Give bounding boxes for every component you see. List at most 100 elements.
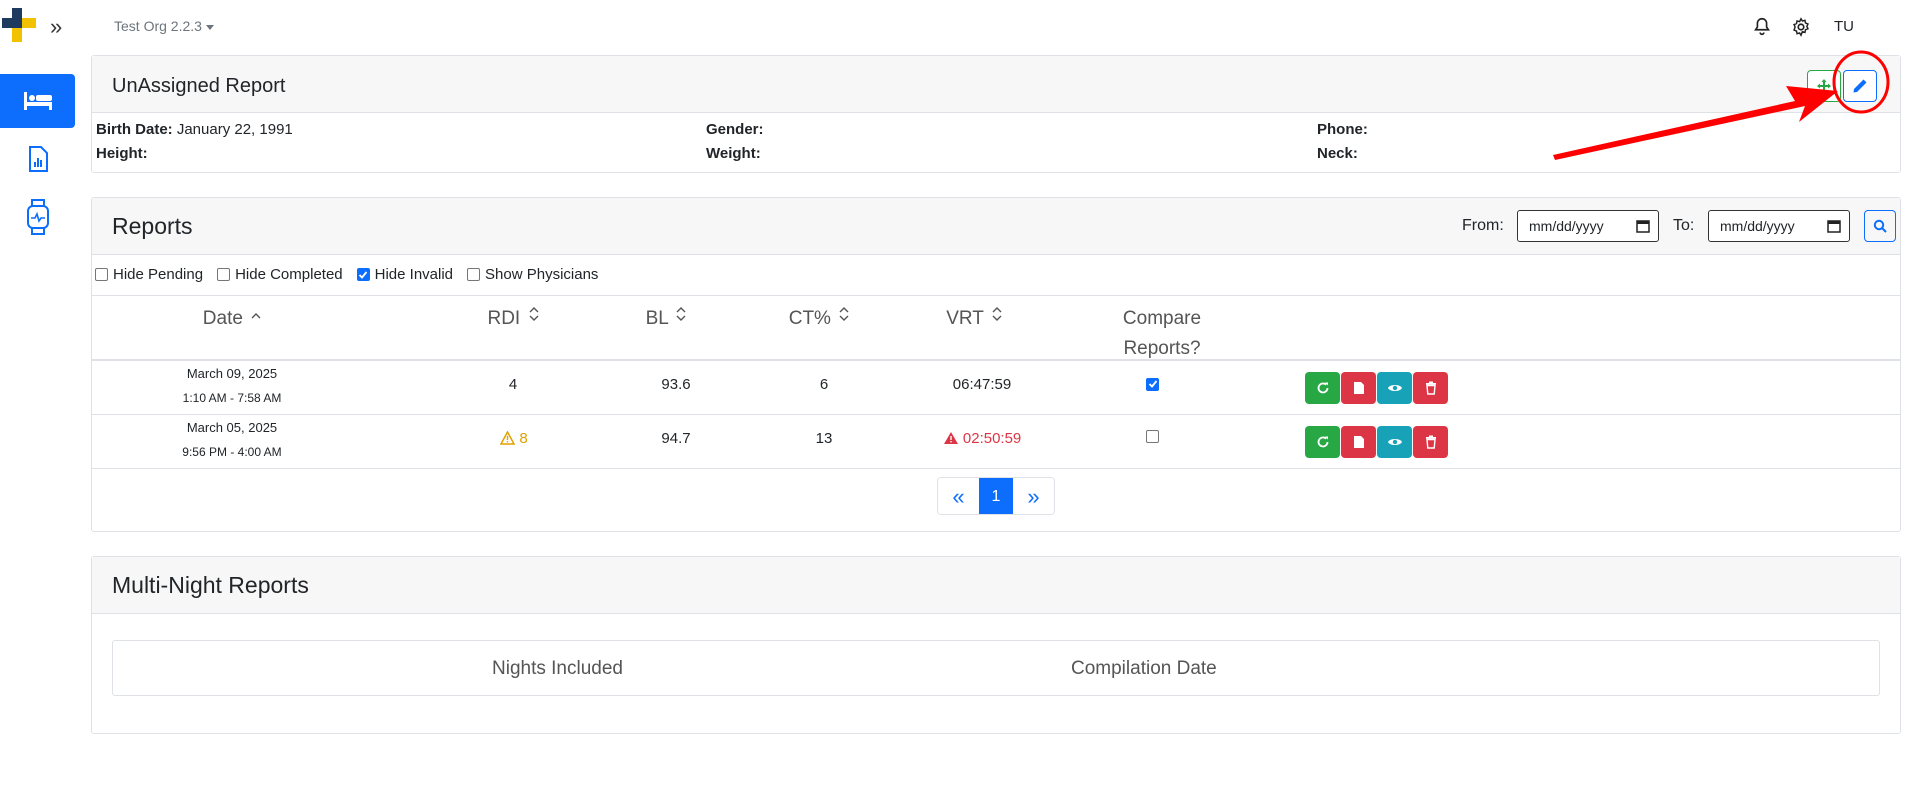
hide-pending-label: Hide Pending — [113, 266, 204, 283]
phone-label: Phone: — [1317, 121, 1368, 138]
row-rdi: 8 — [519, 430, 528, 447]
pagination-next-button[interactable]: » — [1013, 478, 1054, 514]
trash-icon — [1425, 381, 1436, 395]
row-rdi-warning: 8 — [484, 430, 544, 447]
expand-button[interactable] — [1807, 70, 1841, 102]
multi-night-card-header: Multi-Night Reports — [92, 557, 1900, 614]
column-rdi[interactable]: RDI — [463, 304, 563, 334]
column-compare: Compare Reports? — [1097, 304, 1227, 364]
report-chart-icon — [28, 146, 48, 172]
calendar-icon[interactable] — [1636, 219, 1650, 233]
filter-hide-invalid[interactable]: Hide Invalid — [356, 266, 454, 283]
chevron-down-icon — [205, 24, 214, 30]
row-ct: 6 — [819, 376, 829, 393]
column-rdi-label: RDI — [487, 308, 521, 329]
delete-button[interactable] — [1413, 426, 1448, 458]
gender-field: Gender: — [706, 121, 764, 138]
reprocess-button[interactable] — [1305, 372, 1340, 404]
sidebar-item-sleep-studies[interactable] — [0, 74, 75, 128]
top-bar: » Test Org 2.2.3 TU — [0, 0, 1912, 54]
user-avatar[interactable]: TU — [1834, 18, 1854, 35]
column-compare-label-2: Reports? — [1123, 338, 1201, 359]
row-vrt: 02:50:59 — [962, 430, 1022, 447]
row-compare-checkbox[interactable] — [1146, 430, 1159, 447]
calendar-icon[interactable] — [1827, 219, 1841, 233]
height-field: Height: — [96, 145, 148, 162]
delete-button[interactable] — [1413, 372, 1448, 404]
alert-triangle-icon — [943, 432, 958, 444]
view-button[interactable] — [1377, 372, 1412, 404]
row-compare-checkbox[interactable] — [1146, 376, 1159, 393]
trash-icon — [1425, 435, 1436, 449]
hide-pending-checkbox[interactable] — [95, 268, 108, 281]
sort-icon — [839, 307, 849, 321]
row-time-range: 9:56 PM - 4:00 AM — [182, 445, 282, 459]
to-date-input[interactable]: mm/dd/yyyy — [1708, 210, 1850, 242]
multi-night-table: Nights Included Compilation Date — [112, 640, 1880, 696]
birth-date-value: January 22, 1991 — [176, 121, 293, 138]
show-physicians-checkbox[interactable] — [467, 268, 481, 281]
view-button[interactable] — [1377, 426, 1412, 458]
sidebar-item-reports[interactable] — [0, 132, 75, 186]
sort-icon — [992, 307, 1002, 321]
checkmark-icon — [359, 270, 368, 279]
neck-field: Neck: — [1317, 145, 1358, 162]
pagination-page-current[interactable]: 1 — [979, 478, 1013, 514]
search-button[interactable] — [1864, 210, 1896, 242]
weight-label: Weight: — [706, 145, 761, 162]
column-date[interactable]: Date — [92, 304, 372, 334]
column-nights-included[interactable]: Nights Included — [492, 658, 623, 680]
bed-icon — [23, 92, 52, 110]
table-row: March 05, 2025 9:56 PM - 4:00 AM 8 94.7 … — [91, 415, 1901, 469]
filter-hide-pending[interactable]: Hide Pending — [95, 266, 203, 283]
checkmark-icon — [1148, 380, 1157, 388]
file-pdf-icon — [1353, 382, 1364, 394]
pagination-prev-button[interactable]: « — [938, 478, 979, 514]
height-label: Height: — [96, 145, 148, 162]
bell-icon[interactable] — [1751, 16, 1773, 38]
patient-card: UnAssigned Report Birth Date: January 22… — [91, 55, 1901, 173]
column-ct[interactable]: CT% — [769, 304, 869, 334]
column-bl[interactable]: BL — [616, 304, 716, 334]
hide-invalid-label: Hide Invalid — [374, 266, 454, 283]
expand-sidebar-icon[interactable]: » — [50, 16, 62, 38]
warning-triangle-icon — [499, 430, 516, 445]
pdf-button[interactable] — [1341, 372, 1376, 404]
column-vrt[interactable]: VRT — [924, 304, 1024, 334]
from-date-placeholder: mm/dd/yyyy — [1529, 218, 1604, 234]
pencil-icon — [1853, 79, 1867, 93]
hide-completed-checkbox[interactable] — [217, 268, 231, 281]
report-filters: Hide Pending Hide Completed Hide Invalid… — [95, 266, 598, 283]
column-vrt-label: VRT — [946, 308, 984, 329]
to-date-placeholder: mm/dd/yyyy — [1720, 218, 1795, 234]
pdf-button[interactable] — [1341, 426, 1376, 458]
org-switcher[interactable]: Test Org 2.2.3 — [114, 18, 214, 34]
gear-icon[interactable] — [1790, 16, 1812, 38]
from-date-input[interactable]: mm/dd/yyyy — [1517, 210, 1659, 242]
weight-field: Weight: — [706, 145, 761, 162]
row-date-cell: March 05, 2025 9:56 PM - 4:00 AM — [92, 416, 372, 464]
reprocess-button[interactable] — [1305, 426, 1340, 458]
row-rdi: 4 — [508, 376, 518, 393]
row-vrt: 06:47:59 — [952, 376, 1012, 393]
hide-invalid-checkbox[interactable] — [356, 268, 370, 281]
neck-label: Neck: — [1317, 145, 1358, 162]
refresh-icon — [1317, 382, 1328, 394]
multi-night-title: Multi-Night Reports — [112, 572, 309, 598]
column-bl-label: BL — [645, 308, 669, 329]
eye-icon — [1387, 439, 1402, 445]
column-compilation-date[interactable]: Compilation Date — [1071, 658, 1217, 680]
hide-completed-label: Hide Completed — [235, 266, 343, 283]
reports-title: Reports — [112, 213, 193, 239]
reports-table-header: Date RDI BL CT% VRT Compare Reports? — [91, 295, 1901, 361]
sort-icon — [529, 307, 538, 321]
sidebar-item-devices[interactable] — [0, 190, 75, 244]
filter-show-physicians[interactable]: Show Physicians — [467, 266, 598, 283]
multi-night-card: Multi-Night Reports Nights Included Comp… — [91, 556, 1901, 734]
column-compare-label-1: Compare — [1122, 308, 1202, 329]
file-pdf-icon — [1353, 436, 1364, 448]
filter-hide-completed[interactable]: Hide Completed — [217, 266, 343, 283]
refresh-icon — [1317, 436, 1328, 448]
edit-patient-button[interactable] — [1843, 70, 1877, 102]
logo-cross-icon[interactable] — [2, 8, 38, 44]
